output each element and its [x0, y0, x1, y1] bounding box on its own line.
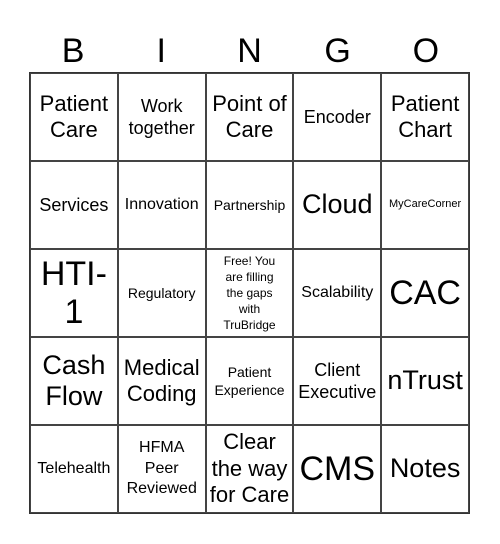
- bingo-cell[interactable]: Medical Coding: [117, 337, 206, 425]
- bingo-header: B I N G O: [29, 30, 470, 72]
- bingo-cell[interactable]: Encoder: [293, 73, 382, 161]
- bingo-cell[interactable]: nTrust: [381, 337, 469, 425]
- bingo-cell[interactable]: Innovation: [117, 161, 206, 249]
- bingo-cell[interactable]: Regulatory: [117, 249, 206, 337]
- header-letter-o: O: [412, 32, 440, 70]
- bingo-cell[interactable]: MyCareCorner: [381, 161, 469, 249]
- bingo-cell[interactable]: Cash Flow: [30, 337, 118, 425]
- header-letter-g: G: [324, 32, 351, 70]
- bingo-cell[interactable]: Telehealth: [30, 425, 118, 513]
- free-space-cell[interactable]: Free! You are filling the gaps with TruB…: [205, 249, 294, 337]
- bingo-cell[interactable]: Work together: [117, 73, 206, 161]
- bingo-cell[interactable]: Patient Experience: [205, 337, 294, 425]
- bingo-cell[interactable]: Partnership: [205, 161, 294, 249]
- bingo-cell[interactable]: Services: [30, 161, 118, 249]
- bingo-cell[interactable]: Point of Care: [205, 73, 294, 161]
- bingo-cell[interactable]: Patient Chart: [381, 73, 469, 161]
- bingo-cell[interactable]: HFMA Peer Reviewed: [117, 425, 206, 513]
- header-letter-n: N: [237, 32, 262, 70]
- bingo-cell[interactable]: Patient Care: [30, 73, 118, 161]
- header-letter-i: I: [156, 32, 166, 70]
- bingo-cell[interactable]: Notes: [381, 425, 469, 513]
- bingo-cell[interactable]: Clear the way for Care: [205, 425, 294, 513]
- bingo-cell[interactable]: Client Executive: [293, 337, 382, 425]
- bingo-cell[interactable]: Scalability: [293, 249, 382, 337]
- bingo-cell[interactable]: CMS: [293, 425, 382, 513]
- bingo-grid: Patient Care Work together Point of Care…: [29, 72, 470, 514]
- bingo-cell[interactable]: HTI-1: [30, 249, 118, 337]
- bingo-cell[interactable]: CAC: [381, 249, 469, 337]
- header-letter-b: B: [61, 32, 85, 70]
- bingo-cell[interactable]: Cloud: [293, 161, 382, 249]
